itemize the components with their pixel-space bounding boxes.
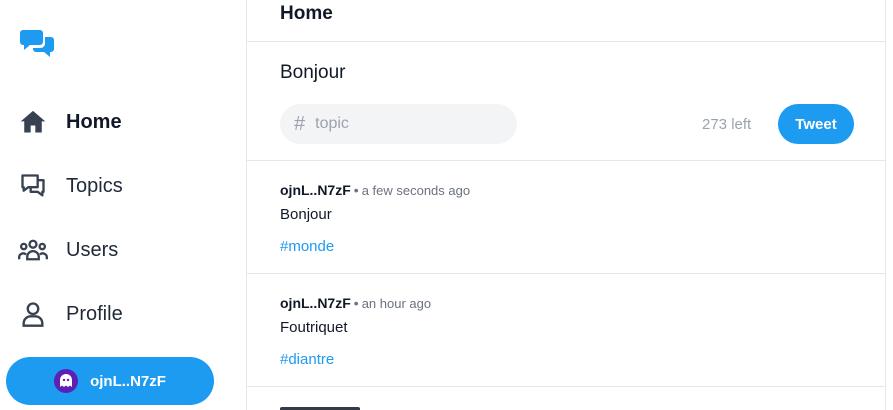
composer-text[interactable]: Bonjour xyxy=(280,62,346,84)
list-item[interactable]: ojnL..N7zF • an hour ago Foutriquet #diant… xyxy=(247,274,885,387)
chat-bubble-icon xyxy=(18,171,48,201)
post-meta: ojnL..N7zF • a few seconds ago xyxy=(280,182,470,198)
user-name: ojnL..N7zF xyxy=(90,372,166,390)
sidebar-item-label: Profile xyxy=(66,302,123,325)
ghost-avatar-icon xyxy=(54,369,79,393)
hashtag-icon: # xyxy=(294,112,306,135)
sidebar-item-label: Users xyxy=(66,238,119,261)
sidebar-item-topics[interactable]: Topics xyxy=(18,166,123,206)
post-meta: ojnL..N7zF • an hour ago xyxy=(280,295,431,311)
user-icon xyxy=(18,299,48,329)
sidebar: Home Topics Users Profile ojnL..N7zF xyxy=(0,0,246,410)
post-content: Foutriquet xyxy=(280,319,348,336)
tweet-composer: Bonjour # 273 left Tweet xyxy=(247,42,885,161)
characters-left: 273 left xyxy=(702,116,752,133)
users-icon xyxy=(18,235,48,265)
chat-bubbles-icon[interactable] xyxy=(20,28,56,62)
post-author[interactable]: ojnL..N7zF xyxy=(280,182,351,198)
main-feed: Home Bonjour # 273 left Tweet ojnL..N7zF… xyxy=(246,0,886,410)
home-icon xyxy=(18,107,48,137)
post-tag[interactable]: #monde xyxy=(280,238,334,255)
scrollbar[interactable] xyxy=(886,0,893,410)
sidebar-item-profile[interactable]: Profile xyxy=(18,294,123,334)
post-tag[interactable]: #diantre xyxy=(280,351,334,368)
post-time: an hour ago xyxy=(361,296,432,311)
list-item[interactable]: ojnL..N7zF • a few seconds ago Bonjour #mo… xyxy=(247,161,885,274)
separator: • xyxy=(353,182,359,198)
sidebar-item-label: Topics xyxy=(66,174,123,197)
post-time: a few seconds ago xyxy=(361,183,471,198)
separator: • xyxy=(353,295,359,311)
post-content: Bonjour xyxy=(280,206,332,223)
page-title: Home xyxy=(280,3,333,24)
user-account-button[interactable]: ojnL..N7zF xyxy=(6,357,214,405)
list-item[interactable] xyxy=(247,387,885,410)
sidebar-item-users[interactable]: Users xyxy=(18,230,118,270)
sidebar-item-label: Home xyxy=(66,110,122,133)
sidebar-item-home[interactable]: Home xyxy=(18,102,122,142)
post-author[interactable]: ojnL..N7zF xyxy=(280,295,351,311)
tweet-button[interactable]: Tweet xyxy=(778,104,854,144)
page-header: Home xyxy=(247,0,885,42)
topic-field[interactable]: # xyxy=(280,104,517,144)
topic-input[interactable] xyxy=(315,115,486,133)
